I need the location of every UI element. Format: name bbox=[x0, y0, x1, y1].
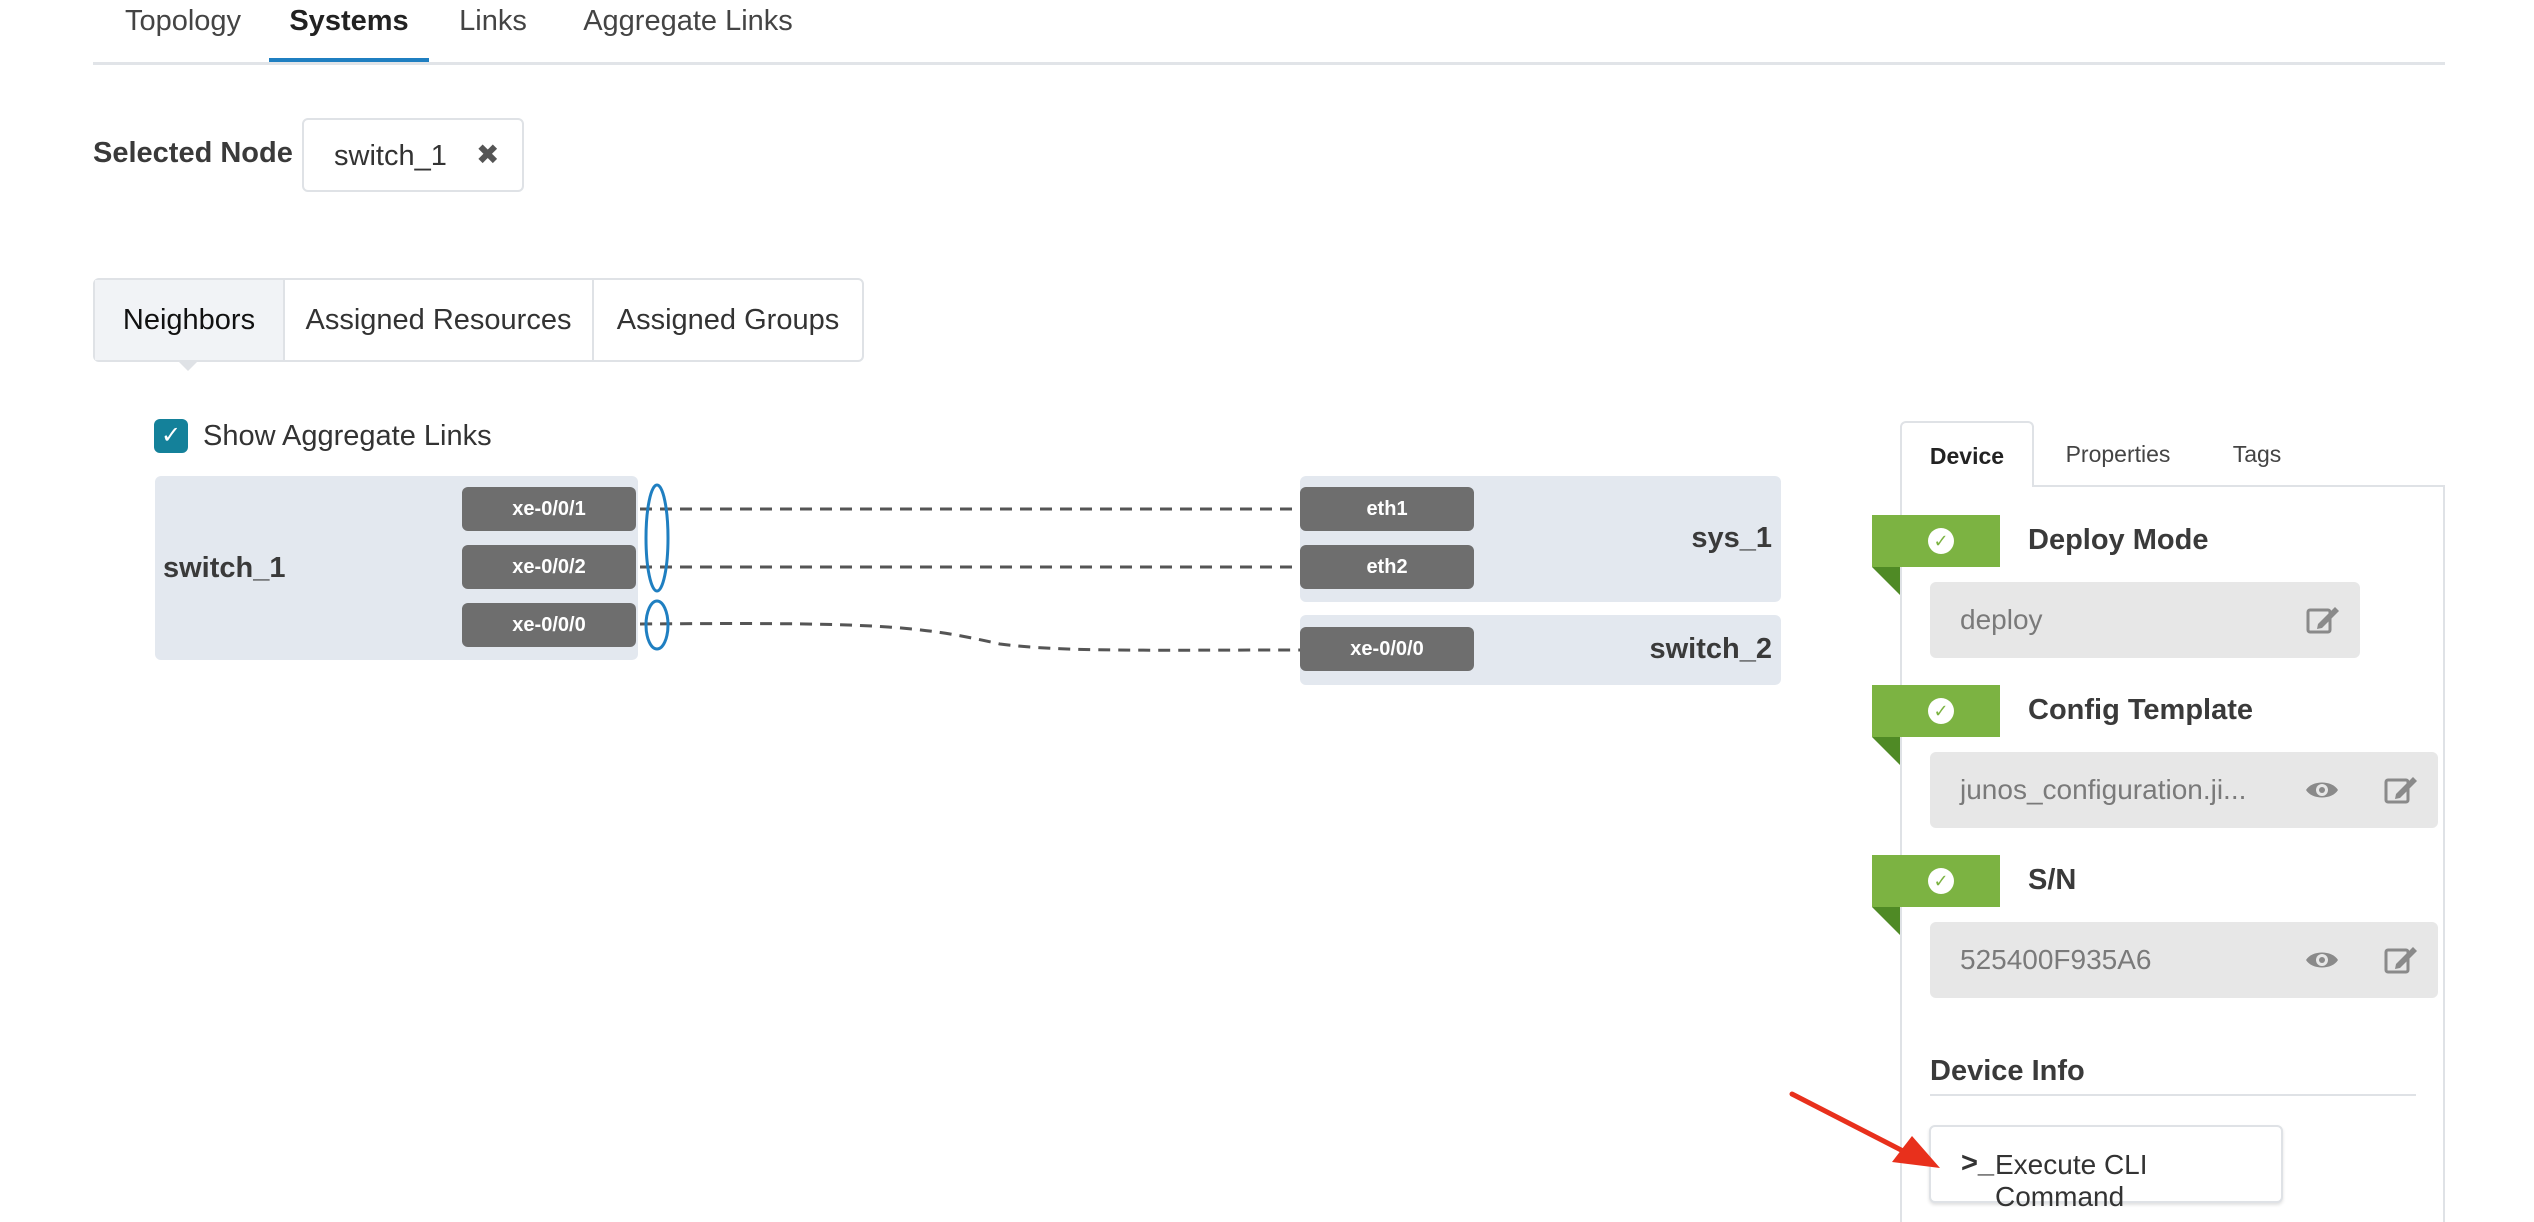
property-title: Deploy Mode bbox=[2028, 524, 2209, 556]
serial-number-field: 525400F935A6 bbox=[1930, 922, 2438, 998]
status-flag: ✓ bbox=[1872, 855, 2000, 907]
edit-icon[interactable] bbox=[2382, 772, 2418, 808]
check-circle-icon: ✓ bbox=[1928, 698, 1954, 724]
device-panel-tabs: Device Properties Tags bbox=[1900, 421, 2445, 487]
serial-number-value: 525400F935A6 bbox=[1960, 944, 2152, 975]
port-label[interactable]: eth1 bbox=[1300, 487, 1474, 531]
execute-cli-command-button[interactable]: >_ Execute CLI Command bbox=[1929, 1125, 2283, 1212]
flag-fold bbox=[1872, 907, 1900, 935]
edit-icon[interactable] bbox=[2304, 602, 2340, 638]
port-label[interactable]: xe-0/0/0 bbox=[1300, 627, 1474, 671]
tab-tags[interactable]: Tags bbox=[2202, 421, 2312, 487]
config-template-field: junos_configuration.ji... bbox=[1930, 752, 2438, 828]
property-title: S/N bbox=[2028, 864, 2077, 896]
device-info-divider bbox=[1930, 1094, 2416, 1096]
status-flag: ✓ bbox=[1872, 515, 2000, 567]
property-title: Config Template bbox=[2028, 694, 2254, 726]
flag-fold bbox=[1872, 567, 1900, 595]
link-line bbox=[639, 622, 1301, 652]
port-label[interactable]: eth2 bbox=[1300, 545, 1474, 589]
port-label[interactable]: xe-0/0/0 bbox=[462, 603, 636, 647]
status-flag: ✓ bbox=[1872, 685, 2000, 737]
config-template-value: junos_configuration.ji... bbox=[1960, 774, 2247, 805]
eye-icon[interactable] bbox=[2304, 942, 2340, 978]
port-label[interactable]: xe-0/0/2 bbox=[462, 545, 636, 589]
annotation-arrow bbox=[1789, 1091, 1940, 1168]
port-label[interactable]: xe-0/0/1 bbox=[462, 487, 636, 531]
edit-icon[interactable] bbox=[2382, 942, 2418, 978]
tab-device[interactable]: Device bbox=[1900, 421, 2034, 487]
aggregate-link-marker[interactable] bbox=[644, 483, 670, 593]
deploy-mode-value: deploy bbox=[1960, 604, 2043, 635]
check-circle-icon: ✓ bbox=[1928, 868, 1954, 894]
deploy-mode-field: deploy bbox=[1930, 582, 2360, 658]
tab-properties[interactable]: Properties bbox=[2034, 421, 2202, 487]
terminal-icon: >_ bbox=[1961, 1147, 1995, 1179]
flag-fold bbox=[1872, 737, 1900, 765]
execute-cli-command-label: Execute CLI Command bbox=[1995, 1149, 2148, 1212]
check-circle-icon: ✓ bbox=[1928, 528, 1954, 554]
eye-icon[interactable] bbox=[2304, 772, 2340, 808]
